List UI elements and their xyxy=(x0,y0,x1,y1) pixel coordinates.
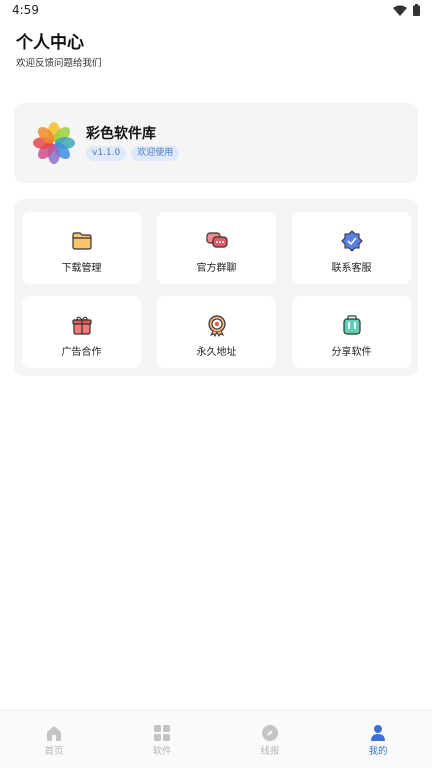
target-icon xyxy=(208,315,226,337)
tile-ad-cooperation[interactable]: 广告合作 xyxy=(22,296,141,368)
page-title: 个人中心 xyxy=(16,33,84,53)
nav-label: 软件 xyxy=(152,746,172,757)
status-time: 4:59 xyxy=(12,3,39,17)
gift-icon xyxy=(72,316,92,335)
share-bag-icon xyxy=(343,315,361,335)
welcome-badge: 欢迎使用 xyxy=(131,146,180,161)
nav-item-home[interactable]: 首页 xyxy=(0,711,108,768)
wifi-icon xyxy=(393,5,407,16)
tile-label: 分享软件 xyxy=(331,347,372,358)
app-info-card[interactable]: 彩色软件库 v1.1.0 欢迎使用 xyxy=(14,103,418,183)
tile-contact-support[interactable]: 联系客服 xyxy=(292,212,411,284)
verified-badge-icon xyxy=(341,230,363,252)
feature-grid: 下载管理 官方群聊 联系客服 广告合作 永久地址 分享软件 xyxy=(14,199,418,376)
home-icon xyxy=(47,726,61,741)
page-subtitle: 欢迎反馈问题给我们 xyxy=(16,58,102,69)
tile-permanent-address[interactable]: 永久地址 xyxy=(157,296,276,368)
nav-item-mine[interactable]: 我的 xyxy=(324,711,432,768)
tile-share-software[interactable]: 分享软件 xyxy=(292,296,411,368)
tile-label: 下载管理 xyxy=(61,263,102,274)
app-badges: v1.1.0 欢迎使用 xyxy=(86,146,180,161)
nav-label: 首页 xyxy=(44,746,64,757)
tile-label: 永久地址 xyxy=(196,347,237,358)
grid-icon xyxy=(154,725,170,741)
tile-official-group[interactable]: 官方群聊 xyxy=(157,212,276,284)
tile-download-manager[interactable]: 下载管理 xyxy=(22,212,141,284)
app-name: 彩色软件库 xyxy=(86,126,156,142)
header: 个人中心 欢迎反馈问题给我们 xyxy=(16,32,102,69)
battery-icon xyxy=(413,4,420,16)
nav-item-news[interactable]: 线报 xyxy=(216,711,324,768)
tile-label: 联系客服 xyxy=(331,263,372,274)
nav-label: 我的 xyxy=(368,746,388,757)
version-badge: v1.1.0 xyxy=(86,146,127,161)
bottom-nav: 首页 软件 线报 我的 xyxy=(0,710,432,768)
nav-label: 线报 xyxy=(260,746,280,757)
tile-label: 官方群聊 xyxy=(196,263,237,274)
chat-icon xyxy=(206,232,228,248)
compass-icon xyxy=(262,725,278,741)
app-logo-icon xyxy=(33,122,75,164)
nav-item-software[interactable]: 软件 xyxy=(108,711,216,768)
folder-icon xyxy=(72,232,92,250)
status-bar: 4:59 xyxy=(0,0,432,22)
tile-label: 广告合作 xyxy=(61,347,102,358)
user-icon xyxy=(371,725,385,741)
status-icons xyxy=(393,4,420,16)
